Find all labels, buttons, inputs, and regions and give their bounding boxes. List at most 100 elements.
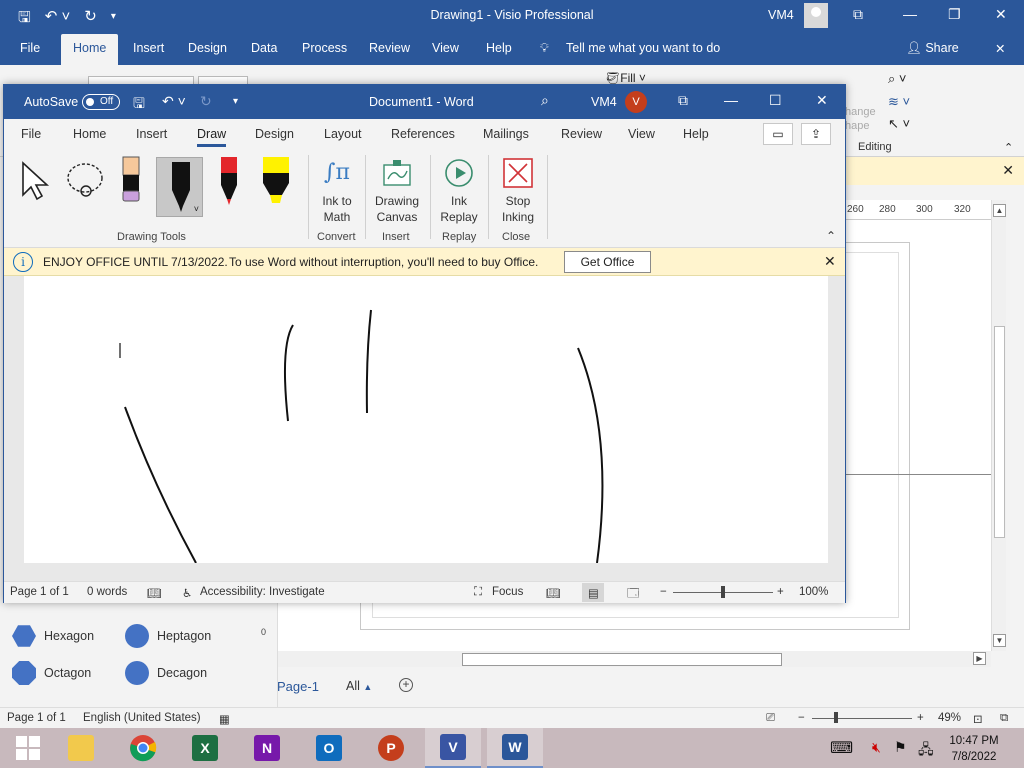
all-pages-button[interactable]: All ▲ [346,679,372,693]
eraser-icon[interactable] [118,155,144,207]
excel-button[interactable]: X [177,728,233,768]
word-count[interactable]: 0 words [87,586,127,598]
collapse-ribbon-icon[interactable]: ⌃ [826,229,836,243]
accessibility-status[interactable]: Accessibility: Investigate [200,586,325,598]
tab-draw[interactable]: Draw [197,127,227,147]
tab-help[interactable]: Help [683,127,709,141]
get-office-button[interactable]: Get Office [564,251,651,273]
add-page-icon[interactable]: + [399,678,413,692]
shape-hexagon[interactable]: Hexagon [12,624,94,648]
infobar-close-icon[interactable]: ✕ [824,253,836,270]
visio-tab-file[interactable]: File [20,41,40,55]
tab-view[interactable]: View [628,127,655,141]
black-pen-selected[interactable]: ˅ [156,157,203,217]
stop-inking-button[interactable]: Stop Inking [498,155,538,225]
presentation-mode-icon[interactable]: ⎚ [766,712,775,725]
shape-decagon[interactable]: Decagon [125,661,207,685]
clock[interactable]: 10:47 PM 7/8/2022 [944,733,1004,765]
visio-tab-insert[interactable]: Insert [133,41,164,55]
visio-user-name[interactable]: VM4 [768,8,794,22]
visio-page-count[interactable]: Page 1 of 1 [7,712,66,724]
vertical-scroll-thumb[interactable] [994,326,1005,538]
focus-button[interactable]: Focus [492,586,523,598]
page-tab-page-1[interactable]: Page-1 [277,679,319,694]
zoom-level[interactable]: 100% [799,586,828,598]
select-icon[interactable]: ↖ ˅ [888,116,910,132]
chrome-button[interactable] [115,728,171,768]
zoom-out-icon[interactable]: − [798,712,805,724]
zoom-thumb[interactable] [721,586,725,598]
focus-icon[interactable]: ⛶ [474,586,482,599]
ink-stroke[interactable] [365,309,372,414]
visio-zoom-level[interactable]: 49% [938,712,961,724]
tab-file[interactable]: File [21,127,41,141]
onenote-button[interactable]: N [239,728,295,768]
ink-replay-button[interactable]: Ink Replay [439,155,479,225]
minimize-icon[interactable]: — [724,92,738,108]
proofing-icon[interactable]: 📖︎ [147,586,162,600]
visio-tab-home[interactable]: Home [61,34,119,65]
visio-horizontal-scrollbar[interactable]: ◀ ▶ [264,651,991,667]
tab-layout[interactable]: Layout [324,127,362,141]
select-arrow-icon[interactable] [19,161,51,201]
horizontal-scroll-thumb[interactable] [462,653,782,666]
word-button[interactable]: W [487,728,543,768]
layers-icon[interactable]: ≋ ˅ [888,94,910,110]
drawing-canvas-button[interactable]: Drawing Canvas [373,155,421,225]
tab-mailings[interactable]: Mailings [483,127,529,141]
find-icon[interactable]: ⌕ ˅ [888,71,906,87]
visio-tab-data[interactable]: Data [251,41,277,55]
scroll-up-icon[interactable]: ▲ [993,204,1006,217]
shape-octagon[interactable]: Octagon [12,661,91,685]
tab-references[interactable]: References [391,127,455,141]
zoom-in-icon[interactable]: + [917,712,924,724]
comments-icon[interactable]: ▭ [763,123,793,145]
close-icon[interactable]: ✕ [816,92,828,109]
volume-muted-icon[interactable]: 🔇︎ [872,739,881,756]
visio-tab-review[interactable]: Review [369,41,410,55]
search-icon[interactable]: ⌕ [541,92,549,109]
web-layout-icon[interactable]: 🗔︎ [627,586,639,605]
visio-tab-help[interactable]: Help [486,41,512,55]
highlighter-icon[interactable] [260,155,292,207]
word-user-name[interactable]: VM4 [591,95,617,109]
visio-button[interactable]: V [425,728,481,768]
scroll-down-icon[interactable]: ▼ [993,634,1006,647]
network-icon[interactable]: 🖧︎ [918,739,934,763]
print-layout-icon[interactable]: ▤ [582,583,604,602]
maximize-icon[interactable]: ☐ [769,92,782,109]
powerpoint-button[interactable]: P [363,728,419,768]
close-icon[interactable]: ✕ [995,6,1007,23]
close-ribbon-icon[interactable]: ✕ [995,41,1005,56]
visio-avatar[interactable] [804,3,828,28]
ink-stroke[interactable] [577,347,604,563]
read-mode-icon[interactable]: 📖︎ [546,586,561,600]
customize-qat-icon[interactable]: ▾ [233,96,238,107]
outlook-button[interactable]: O [301,728,357,768]
start-button[interactable] [0,728,56,768]
visio-tab-view[interactable]: View [432,41,459,55]
restore-icon[interactable]: ❐ [948,6,961,23]
collapse-ribbon-icon[interactable]: ⌃ [1004,141,1013,154]
switch-windows-icon[interactable]: ⧉ [1000,712,1008,725]
visio-zoom-thumb[interactable] [834,712,838,723]
tab-home[interactable]: Home [73,127,106,141]
ink-stroke[interactable] [283,324,294,422]
ink-to-math-button[interactable]: ∫π Ink to Math [318,155,356,225]
document-page[interactable] [24,276,828,563]
visio-tab-design[interactable]: Design [188,41,227,55]
file-explorer-button[interactable] [53,728,109,768]
zoom-in-icon[interactable]: + [777,586,784,598]
tell-me-search[interactable]: Tell me what you want to do [566,41,720,55]
save-icon[interactable]: 🖫 [133,93,145,117]
shape-heptagon[interactable]: Heptagon [125,624,211,648]
avatar[interactable]: V [625,91,647,113]
lasso-select-icon[interactable] [64,161,110,201]
tab-design[interactable]: Design [255,127,294,141]
red-pen-icon[interactable] [216,155,242,207]
flag-icon[interactable]: ⚑ [894,739,907,756]
visio-language[interactable]: English (United States) [83,712,201,724]
ribbon-display-icon[interactable]: ⧉ [853,6,863,23]
page-count[interactable]: Page 1 of 1 [10,586,69,598]
accessibility-icon[interactable]: ♿︎ [182,586,192,600]
